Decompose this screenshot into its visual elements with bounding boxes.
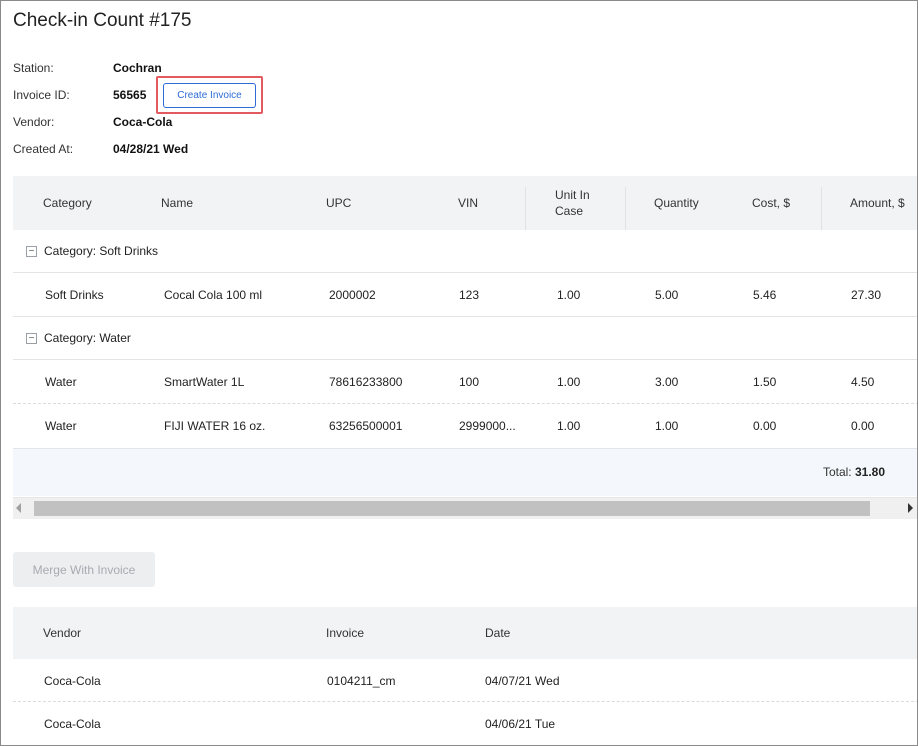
column-header-quantity[interactable]: Quantity (654, 176, 699, 230)
column-divider (525, 187, 526, 230)
info-station: Station: Cochran (13, 58, 162, 78)
column-header-unit-in-case[interactable]: Unit In Case (555, 176, 607, 230)
cell-upc: 78616233800 (329, 375, 403, 389)
column-header-cost[interactable]: Cost, $ (752, 176, 790, 230)
column-header-invoice[interactable]: Invoice (326, 607, 364, 659)
total-label: Total: (822, 465, 852, 479)
create-invoice-highlight: Create Invoice (156, 76, 263, 114)
cell-name: SmartWater 1L (164, 375, 245, 389)
station-label: Station: (13, 61, 54, 75)
table-row[interactable]: Water SmartWater 1L 78616233800 100 1.00… (13, 360, 917, 404)
column-header-name[interactable]: Name (161, 176, 193, 230)
column-header-upc[interactable]: UPC (326, 176, 351, 230)
cell-unit-in-case: 1.00 (557, 375, 581, 389)
column-divider (821, 187, 822, 230)
column-header-date[interactable]: Date (485, 607, 510, 659)
cell-upc: 2000002 (329, 288, 376, 302)
minus-icon[interactable]: − (26, 246, 37, 257)
created-at-value: 04/28/21 Wed (113, 142, 189, 156)
cell-amount: 0.00 (851, 419, 875, 433)
cell-vendor: Coca-Cola (44, 673, 101, 688)
column-divider (625, 187, 626, 230)
cell-upc: 63256500001 (329, 419, 403, 433)
items-grid: Category Name UPC VIN Unit In Case Quant… (13, 176, 917, 496)
cell-cost: 0.00 (753, 419, 777, 433)
invoice-id-value: 56565 (113, 88, 147, 102)
scrollbar-thumb[interactable] (34, 501, 870, 516)
checkin-count-page: Check-in Count #175 Station: Cochran Inv… (0, 0, 918, 746)
cell-unit-in-case: 1.00 (557, 419, 581, 433)
created-at-label: Created At: (13, 142, 74, 156)
page-title: Check-in Count #175 (13, 10, 192, 31)
merge-with-invoice-button[interactable]: Merge With Invoice (13, 552, 155, 587)
table-row[interactable]: Soft Drinks Cocal Cola 100 ml 2000002 12… (13, 273, 917, 317)
invoice-id-label: Invoice ID: (13, 88, 70, 102)
cell-category: Water (45, 375, 77, 389)
cell-quantity: 3.00 (655, 375, 679, 389)
cell-name: FIJI WATER 16 oz. (164, 419, 266, 433)
arrow-left-icon[interactable] (16, 503, 21, 513)
column-header-amount[interactable]: Amount, $ (850, 176, 905, 230)
group-row-soft-drinks: − Category: Soft Drinks (13, 230, 917, 273)
cell-category: Water (45, 419, 77, 433)
info-invoice-id: Invoice ID: 56565 (13, 85, 146, 105)
minus-icon[interactable]: − (26, 333, 37, 344)
cell-category: Soft Drinks (45, 288, 104, 302)
cell-quantity: 1.00 (655, 419, 679, 433)
invoices-grid: Vendor Invoice Date Coca-Cola 0104211_cm… (13, 607, 917, 745)
group-label: Category: Water (44, 331, 131, 345)
horizontal-scrollbar[interactable] (13, 497, 917, 519)
cell-invoice: 0104211_cm (327, 673, 396, 688)
total-summary: Total: 31.80 (823, 465, 885, 479)
cell-date: 04/07/21 Wed (485, 673, 560, 688)
column-header-vin[interactable]: VIN (458, 176, 478, 230)
table-row[interactable]: Coca-Cola 04/06/21 Tue (13, 702, 917, 745)
cell-cost: 1.50 (753, 375, 777, 389)
cell-name: Cocal Cola 100 ml (164, 288, 263, 302)
group-label: Category: Soft Drinks (44, 244, 159, 258)
cell-amount: 4.50 (851, 375, 875, 389)
cell-amount: 27.30 (851, 288, 882, 302)
info-created-at: Created At: 04/28/21 Wed (13, 139, 188, 159)
cell-vin: 2999000... (459, 419, 516, 433)
group-row-water: − Category: Water (13, 317, 917, 360)
arrow-right-icon[interactable] (908, 503, 913, 513)
cell-date: 04/06/21 Tue (485, 716, 556, 731)
total-row: Total: 31.80 (13, 448, 917, 496)
invoices-grid-header: Vendor Invoice Date (13, 607, 917, 659)
items-grid-header: Category Name UPC VIN Unit In Case Quant… (13, 176, 917, 230)
station-value: Cochran (113, 61, 162, 75)
vendor-value: Coca-Cola (113, 115, 173, 129)
cell-vendor: Coca-Cola (44, 716, 101, 731)
info-vendor: Vendor: Coca-Cola (13, 112, 172, 132)
create-invoice-button[interactable]: Create Invoice (163, 83, 256, 108)
cell-unit-in-case: 1.00 (557, 288, 581, 302)
column-header-category[interactable]: Category (43, 176, 92, 230)
cell-vin: 100 (459, 375, 480, 389)
cell-quantity: 5.00 (655, 288, 679, 302)
cell-vin: 123 (459, 288, 480, 302)
total-value: 31.80 (854, 465, 885, 479)
table-row[interactable]: Water FIJI WATER 16 oz. 63256500001 2999… (13, 404, 917, 448)
vendor-label: Vendor: (13, 115, 55, 129)
table-row[interactable]: Coca-Cola 0104211_cm 04/07/21 Wed (13, 659, 917, 702)
cell-cost: 5.46 (753, 288, 777, 302)
column-header-vendor[interactable]: Vendor (43, 607, 81, 659)
